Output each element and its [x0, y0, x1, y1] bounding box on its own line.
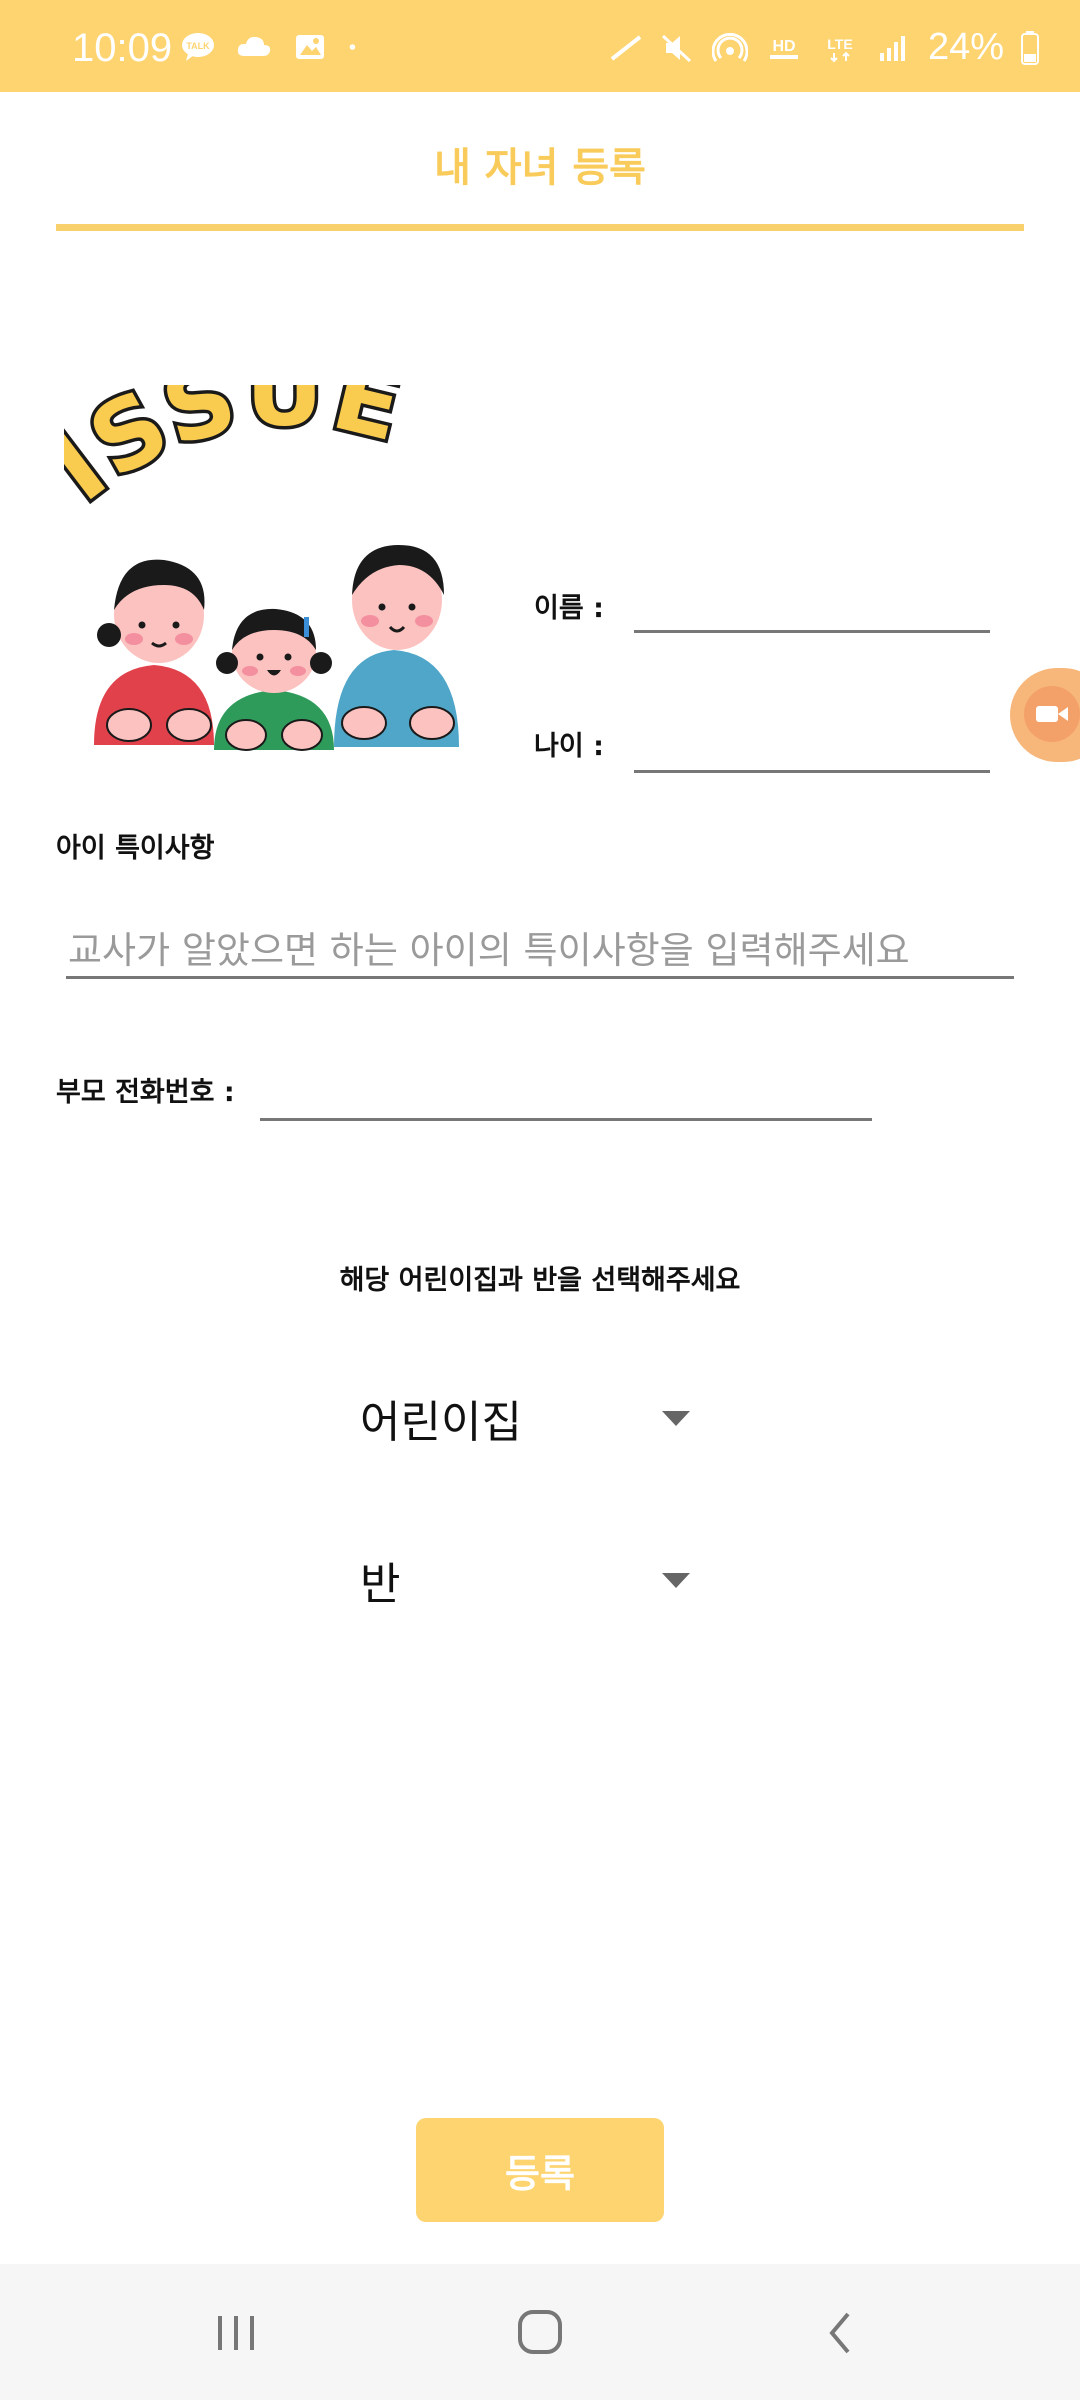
back-icon[interactable]	[812, 2306, 872, 2360]
signal-icon	[879, 35, 905, 61]
name-input[interactable]	[634, 630, 990, 633]
class-select-value: 반	[360, 1559, 401, 1610]
recent-apps-icon[interactable]	[206, 2306, 266, 2360]
navigation-bar	[0, 2264, 1080, 2400]
nfc-icon	[610, 34, 642, 61]
svg-text:LTE: LTE	[827, 36, 852, 52]
phone-input[interactable]	[260, 1118, 872, 1121]
cloud-icon	[237, 36, 271, 56]
phone-label: 부모 전화번호 :	[56, 1077, 235, 1108]
notes-input-placeholder[interactable]: 교사가 알았으면 하는 아이의 특이사항을 입력해주세요	[68, 920, 910, 974]
talk-icon: TALK	[182, 33, 214, 61]
mute-icon	[661, 34, 691, 62]
notes-label: 아이 특이사항	[56, 833, 215, 864]
page-title: 내 자녀 등록	[434, 145, 646, 191]
daycare-select[interactable]: 어린이집	[360, 1373, 696, 1463]
home-icon[interactable]	[510, 2306, 570, 2360]
select-prompt: 해당 어린이집과 반을 선택해주세요	[339, 1265, 741, 1296]
status-bar: 10:09 TALK HD LTE 24%	[0, 0, 1080, 92]
floating-record-button[interactable]	[1010, 668, 1080, 762]
register-button[interactable]: 등록	[416, 2118, 664, 2222]
chevron-down-icon	[662, 1572, 690, 1588]
kids-illustration-icon: ISSUE	[64, 385, 459, 751]
class-select[interactable]: 반	[360, 1535, 696, 1625]
video-camera-icon	[1024, 686, 1080, 742]
daycare-select-value: 어린이집	[360, 1397, 522, 1448]
svg-text:HD: HD	[772, 38, 795, 55]
issue-logo-text: ISSUE	[64, 385, 416, 523]
hd-voice-icon: HD	[769, 38, 798, 59]
status-time: 10:09	[72, 26, 173, 70]
age-label: 나이 :	[534, 731, 604, 762]
hotspot-icon	[711, 32, 748, 62]
notes-input[interactable]	[66, 976, 1014, 979]
age-input[interactable]	[634, 770, 990, 773]
gallery-icon	[296, 35, 324, 59]
title-underline	[56, 224, 1024, 231]
status-left-icons: TALK	[180, 32, 368, 62]
screen: 10:09 TALK HD LTE 24% 내 자녀 등록 SSUE 이름: …	[0, 0, 1080, 2400]
dot-icon	[349, 44, 356, 50]
battery-icon	[1021, 30, 1039, 65]
battery-percent: 24%	[927, 26, 1004, 68]
status-right-icons: HD LTE 24%	[608, 26, 1040, 69]
lte-icon: LTE	[827, 36, 853, 62]
chevron-down-icon	[662, 1410, 690, 1426]
name-label: 이름 :	[534, 593, 604, 624]
svg-text:TALK: TALK	[186, 41, 210, 51]
